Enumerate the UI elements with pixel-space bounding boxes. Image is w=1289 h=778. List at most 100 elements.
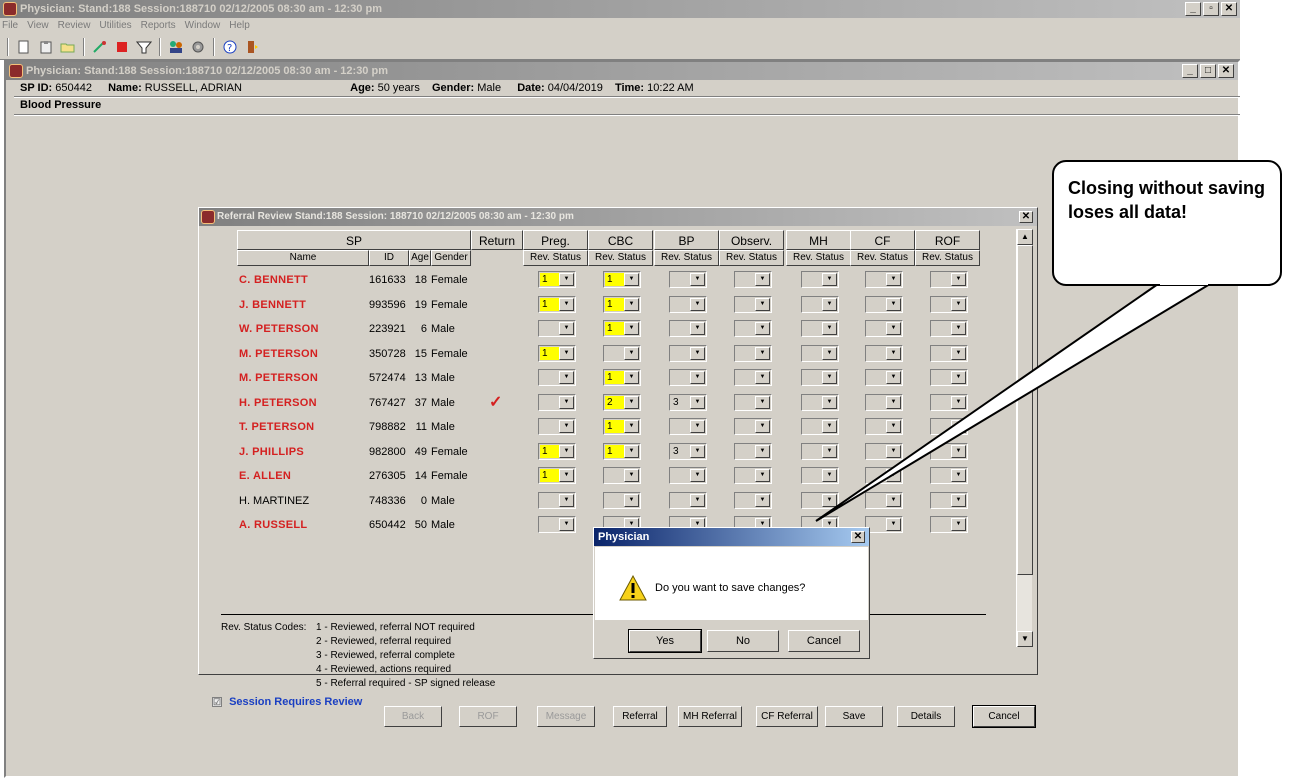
sp-name[interactable]: H. MARTINEZ: [239, 492, 309, 510]
open-folder-icon[interactable]: [58, 37, 78, 57]
menu-review[interactable]: Review: [58, 18, 91, 34]
scroll-down-arrow-icon[interactable]: ▼: [1017, 631, 1033, 647]
chevron-down-icon[interactable]: ▼: [951, 518, 966, 531]
menu-reports[interactable]: Reports: [141, 18, 176, 34]
message-button[interactable]: Message: [537, 706, 595, 727]
preg-status-dropdown[interactable]: ▼: [538, 516, 576, 533]
clipboard-icon[interactable]: [36, 37, 56, 57]
observ-status-dropdown[interactable]: ▼: [734, 467, 772, 484]
filter-icon[interactable]: [134, 37, 154, 57]
bp-status-dropdown[interactable]: ▼: [669, 467, 707, 484]
cf-status-dropdown[interactable]: ▼: [865, 345, 903, 362]
rof-status-dropdown[interactable]: ▼: [930, 369, 968, 386]
mh-status-dropdown[interactable]: ▼: [801, 467, 839, 484]
sp-name[interactable]: T. PETERSON: [239, 418, 314, 436]
chevron-down-icon[interactable]: ▼: [624, 347, 639, 360]
close-button[interactable]: ✕: [1221, 2, 1237, 16]
chevron-down-icon[interactable]: ▼: [559, 396, 574, 409]
cbc-status-dropdown[interactable]: 1 ▼: [603, 443, 641, 460]
new-document-icon[interactable]: [14, 37, 34, 57]
chevron-down-icon[interactable]: ▼: [822, 298, 837, 311]
chevron-down-icon[interactable]: ▼: [951, 445, 966, 458]
sp-name[interactable]: A. RUSSELL: [239, 516, 307, 534]
chevron-down-icon[interactable]: ▼: [951, 371, 966, 384]
chevron-down-icon[interactable]: ▼: [690, 371, 705, 384]
maximize-button[interactable]: ▫: [1203, 2, 1219, 16]
rof-status-dropdown[interactable]: ▼: [930, 492, 968, 509]
sp-name[interactable]: H. PETERSON: [239, 394, 317, 412]
sp-name[interactable]: M. PETERSON: [239, 345, 318, 363]
preg-status-dropdown[interactable]: 1 ▼: [538, 443, 576, 460]
preg-status-dropdown[interactable]: ▼: [538, 418, 576, 435]
cf-status-dropdown[interactable]: ▼: [865, 492, 903, 509]
chevron-down-icon[interactable]: ▼: [951, 420, 966, 433]
chevron-down-icon[interactable]: ▼: [755, 347, 770, 360]
chevron-down-icon[interactable]: ▼: [886, 518, 901, 531]
chevron-down-icon[interactable]: ▼: [559, 298, 574, 311]
chevron-down-icon[interactable]: ▼: [559, 347, 574, 360]
cbc-status-dropdown[interactable]: 1 ▼: [603, 271, 641, 288]
observ-status-dropdown[interactable]: ▼: [734, 345, 772, 362]
rof-status-dropdown[interactable]: ▼: [930, 516, 968, 533]
preg-status-dropdown[interactable]: ▼: [538, 394, 576, 411]
scroll-thumb[interactable]: [1017, 245, 1033, 575]
chevron-down-icon[interactable]: ▼: [822, 322, 837, 335]
observ-status-dropdown[interactable]: ▼: [734, 320, 772, 337]
mh-status-dropdown[interactable]: ▼: [801, 418, 839, 435]
chevron-down-icon[interactable]: ▼: [755, 420, 770, 433]
chevron-down-icon[interactable]: ▼: [624, 273, 639, 286]
chevron-down-icon[interactable]: ▼: [559, 371, 574, 384]
chevron-down-icon[interactable]: ▼: [951, 273, 966, 286]
preg-status-dropdown[interactable]: 1 ▼: [538, 296, 576, 313]
menu-window[interactable]: Window: [185, 18, 221, 34]
chevron-down-icon[interactable]: ▼: [690, 396, 705, 409]
chevron-down-icon[interactable]: ▼: [755, 396, 770, 409]
cancel-button[interactable]: Cancel: [972, 705, 1036, 728]
chevron-down-icon[interactable]: ▼: [886, 396, 901, 409]
observ-status-dropdown[interactable]: ▼: [734, 492, 772, 509]
chevron-down-icon[interactable]: ▼: [951, 322, 966, 335]
cf-status-dropdown[interactable]: ▼: [865, 296, 903, 313]
cf-status-dropdown[interactable]: ▼: [865, 320, 903, 337]
sp-name[interactable]: M. PETERSON: [239, 369, 318, 387]
chevron-down-icon[interactable]: ▼: [886, 445, 901, 458]
cf-status-dropdown[interactable]: ▼: [865, 418, 903, 435]
chevron-down-icon[interactable]: ▼: [755, 371, 770, 384]
cbc-status-dropdown[interactable]: ▼: [603, 492, 641, 509]
bp-status-dropdown[interactable]: ▼: [669, 345, 707, 362]
chevron-down-icon[interactable]: ▼: [755, 273, 770, 286]
chevron-down-icon[interactable]: ▼: [690, 298, 705, 311]
cf-status-dropdown[interactable]: ▼: [865, 516, 903, 533]
chevron-down-icon[interactable]: ▼: [624, 396, 639, 409]
chevron-down-icon[interactable]: ▼: [886, 420, 901, 433]
chevron-down-icon[interactable]: ▼: [822, 273, 837, 286]
chevron-down-icon[interactable]: ▼: [886, 347, 901, 360]
menu-help[interactable]: Help: [229, 18, 250, 34]
chevron-down-icon[interactable]: ▼: [559, 494, 574, 507]
referral-close-button[interactable]: ✕: [1019, 211, 1033, 223]
bp-status-dropdown[interactable]: ▼: [669, 296, 707, 313]
chevron-down-icon[interactable]: ▼: [886, 371, 901, 384]
stop-icon[interactable]: [112, 37, 132, 57]
referral-button[interactable]: Referral: [613, 706, 667, 727]
chevron-down-icon[interactable]: ▼: [624, 469, 639, 482]
yes-button[interactable]: Yes: [628, 629, 702, 653]
observ-status-dropdown[interactable]: ▼: [734, 271, 772, 288]
chevron-down-icon[interactable]: ▼: [822, 371, 837, 384]
cbc-status-dropdown[interactable]: 2 ▼: [603, 394, 641, 411]
rof-status-dropdown[interactable]: ▼: [930, 467, 968, 484]
chevron-down-icon[interactable]: ▼: [951, 396, 966, 409]
chevron-down-icon[interactable]: ▼: [624, 322, 639, 335]
cf-status-dropdown[interactable]: ▼: [865, 271, 903, 288]
cbc-status-dropdown[interactable]: 1 ▼: [603, 296, 641, 313]
observ-status-dropdown[interactable]: ▼: [734, 369, 772, 386]
chevron-down-icon[interactable]: ▼: [624, 494, 639, 507]
exit-door-icon[interactable]: [242, 37, 262, 57]
bp-status-dropdown[interactable]: ▼: [669, 271, 707, 288]
mh-status-dropdown[interactable]: ▼: [801, 443, 839, 460]
bp-status-dropdown[interactable]: 3 ▼: [669, 394, 707, 411]
chevron-down-icon[interactable]: ▼: [822, 420, 837, 433]
observ-status-dropdown[interactable]: ▼: [734, 418, 772, 435]
preg-status-dropdown[interactable]: ▼: [538, 492, 576, 509]
rof-status-dropdown[interactable]: ▼: [930, 418, 968, 435]
